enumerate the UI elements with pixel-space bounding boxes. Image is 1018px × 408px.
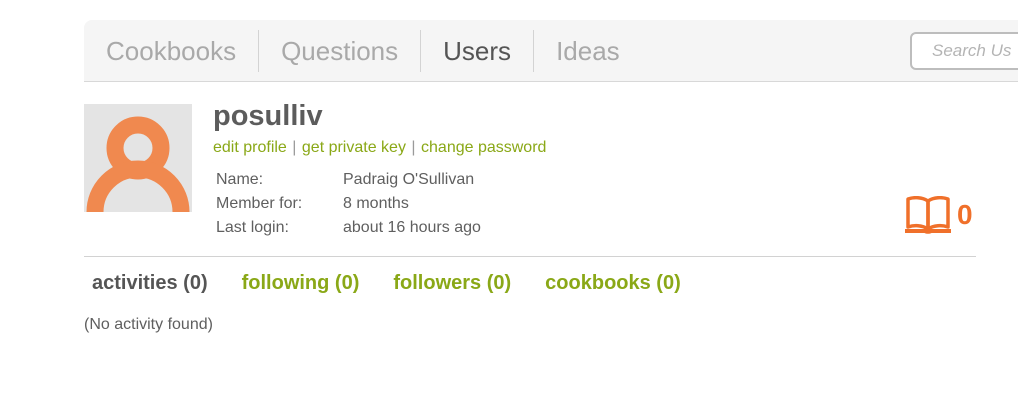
info-row-name: Name: Padraig O'Sullivan xyxy=(216,168,481,192)
edit-profile-link[interactable]: edit profile xyxy=(213,139,287,156)
username-heading: posulliv xyxy=(213,100,323,132)
link-separator: | xyxy=(292,139,297,156)
subtab-following[interactable]: following (0) xyxy=(242,270,360,296)
info-value: about 16 hours ago xyxy=(343,219,481,236)
info-row-last-login: Last login: about 16 hours ago xyxy=(216,216,481,240)
info-label: Last login: xyxy=(216,219,289,236)
avatar xyxy=(84,104,192,212)
get-private-key-link[interactable]: get private key xyxy=(302,139,406,156)
info-label: Name: xyxy=(216,171,264,188)
section-divider xyxy=(84,256,976,257)
info-value: Padraig O'Sullivan xyxy=(343,171,475,188)
info-value: 8 months xyxy=(343,195,409,212)
open-book-icon xyxy=(905,196,951,234)
search-input[interactable] xyxy=(910,32,1018,70)
tab-ideas[interactable]: Ideas xyxy=(534,30,642,72)
default-user-avatar-icon xyxy=(84,104,192,212)
info-row-member-for: Member for: 8 months xyxy=(216,192,481,216)
user-profile-page: Cookbooks Questions Users Ideas posulliv… xyxy=(0,0,1018,408)
empty-activity-message: (No activity found) xyxy=(84,316,213,333)
profile-subtabs: activities (0) following (0) followers (… xyxy=(92,270,715,296)
nav-tabs: Cookbooks Questions Users Ideas xyxy=(84,30,642,72)
change-password-link[interactable]: change password xyxy=(421,139,546,156)
top-navbar: Cookbooks Questions Users Ideas xyxy=(84,20,1018,82)
subtab-followers[interactable]: followers (0) xyxy=(393,270,511,296)
tab-cookbooks[interactable]: Cookbooks xyxy=(84,30,260,72)
tab-questions[interactable]: Questions xyxy=(259,30,422,72)
cookbook-count-badge[interactable]: 0 xyxy=(905,196,973,234)
subtab-activities[interactable]: activities (0) xyxy=(92,270,208,296)
link-separator: | xyxy=(411,139,416,156)
tab-users[interactable]: Users xyxy=(421,30,535,72)
info-label: Member for: xyxy=(216,195,303,212)
subtab-cookbooks[interactable]: cookbooks (0) xyxy=(545,270,681,296)
user-info-table: Name: Padraig O'Sullivan Member for: 8 m… xyxy=(216,168,481,240)
profile-links: edit profile | get private key | change … xyxy=(213,139,546,157)
cookbook-count-value: 0 xyxy=(957,199,973,230)
